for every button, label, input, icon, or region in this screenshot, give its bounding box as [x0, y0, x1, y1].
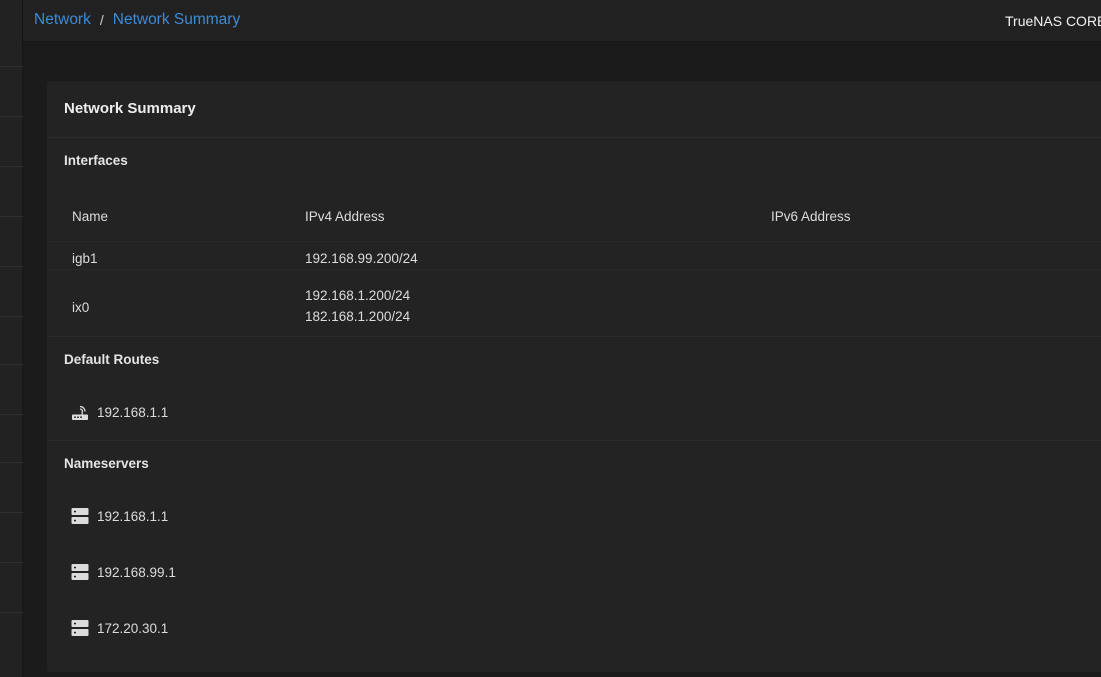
sidebar-divider	[0, 66, 23, 67]
nameserver-item: 192.168.99.1	[71, 563, 176, 581]
dns-server-icon	[71, 507, 89, 525]
sidebar-divider	[0, 562, 23, 563]
nameserver-address: 172.20.30.1	[97, 620, 169, 636]
main-content: Network Summary Interfaces Name IPv4 Add…	[23, 42, 1101, 677]
network-summary-card: Network Summary Interfaces Name IPv4 Add…	[47, 81, 1101, 672]
column-header-ipv4: IPv4 Address	[305, 209, 385, 224]
sidebar-divider	[0, 316, 23, 317]
default-route-item: 192.168.1.1	[71, 403, 168, 421]
table-row: ix0 192.168.1.200/24 182.168.1.200/24	[47, 270, 1101, 336]
sidebar-divider	[0, 612, 23, 613]
interface-ipv4: 182.168.1.200/24	[305, 309, 411, 324]
divider	[47, 440, 1101, 441]
router-icon	[71, 403, 89, 421]
table-row: igb1 192.168.99.200/24	[47, 242, 1101, 269]
default-routes-section-title: Default Routes	[64, 352, 160, 367]
dns-server-icon	[71, 563, 89, 581]
dns-server-icon	[71, 619, 89, 637]
sidebar-divider	[0, 512, 23, 513]
sidebar-divider	[0, 216, 23, 217]
breadcrumb-network-link[interactable]: Network	[34, 11, 91, 29]
nameserver-item: 172.20.30.1	[71, 619, 168, 637]
card-title: Network Summary	[64, 100, 196, 117]
breadcrumb: Network / Network Summary	[34, 11, 240, 29]
sidebar-divider	[0, 166, 23, 167]
sidebar-divider	[0, 414, 23, 415]
default-route-address: 192.168.1.1	[97, 404, 169, 420]
sidebar-divider	[0, 462, 23, 463]
sidebar-divider	[0, 266, 23, 267]
breadcrumb-current[interactable]: Network Summary	[113, 11, 240, 29]
sidebar-strip	[0, 0, 23, 677]
nameserver-address: 192.168.1.1	[97, 508, 169, 524]
interface-name: ix0	[72, 300, 90, 315]
breadcrumb-separator: /	[99, 12, 104, 28]
divider	[47, 336, 1101, 337]
sidebar-divider	[0, 364, 23, 365]
interface-ipv4: 192.168.1.200/24	[305, 288, 411, 303]
interfaces-section-title: Interfaces	[64, 153, 128, 168]
top-bar: Network / Network Summary TrueNAS CORE©	[23, 0, 1101, 42]
interface-ipv4: 192.168.99.200/24	[305, 251, 418, 266]
column-header-name: Name	[72, 209, 109, 224]
nameserver-item: 192.168.1.1	[71, 507, 168, 525]
nameserver-address: 192.168.99.1	[97, 564, 176, 580]
divider	[47, 137, 1101, 138]
nameservers-section-title: Nameservers	[64, 456, 149, 471]
interface-name: igb1	[72, 251, 98, 266]
column-header-ipv6: IPv6 Address	[771, 209, 851, 224]
brand-name: TrueNAS CORE©	[1005, 13, 1101, 29]
sidebar-divider	[0, 116, 23, 117]
